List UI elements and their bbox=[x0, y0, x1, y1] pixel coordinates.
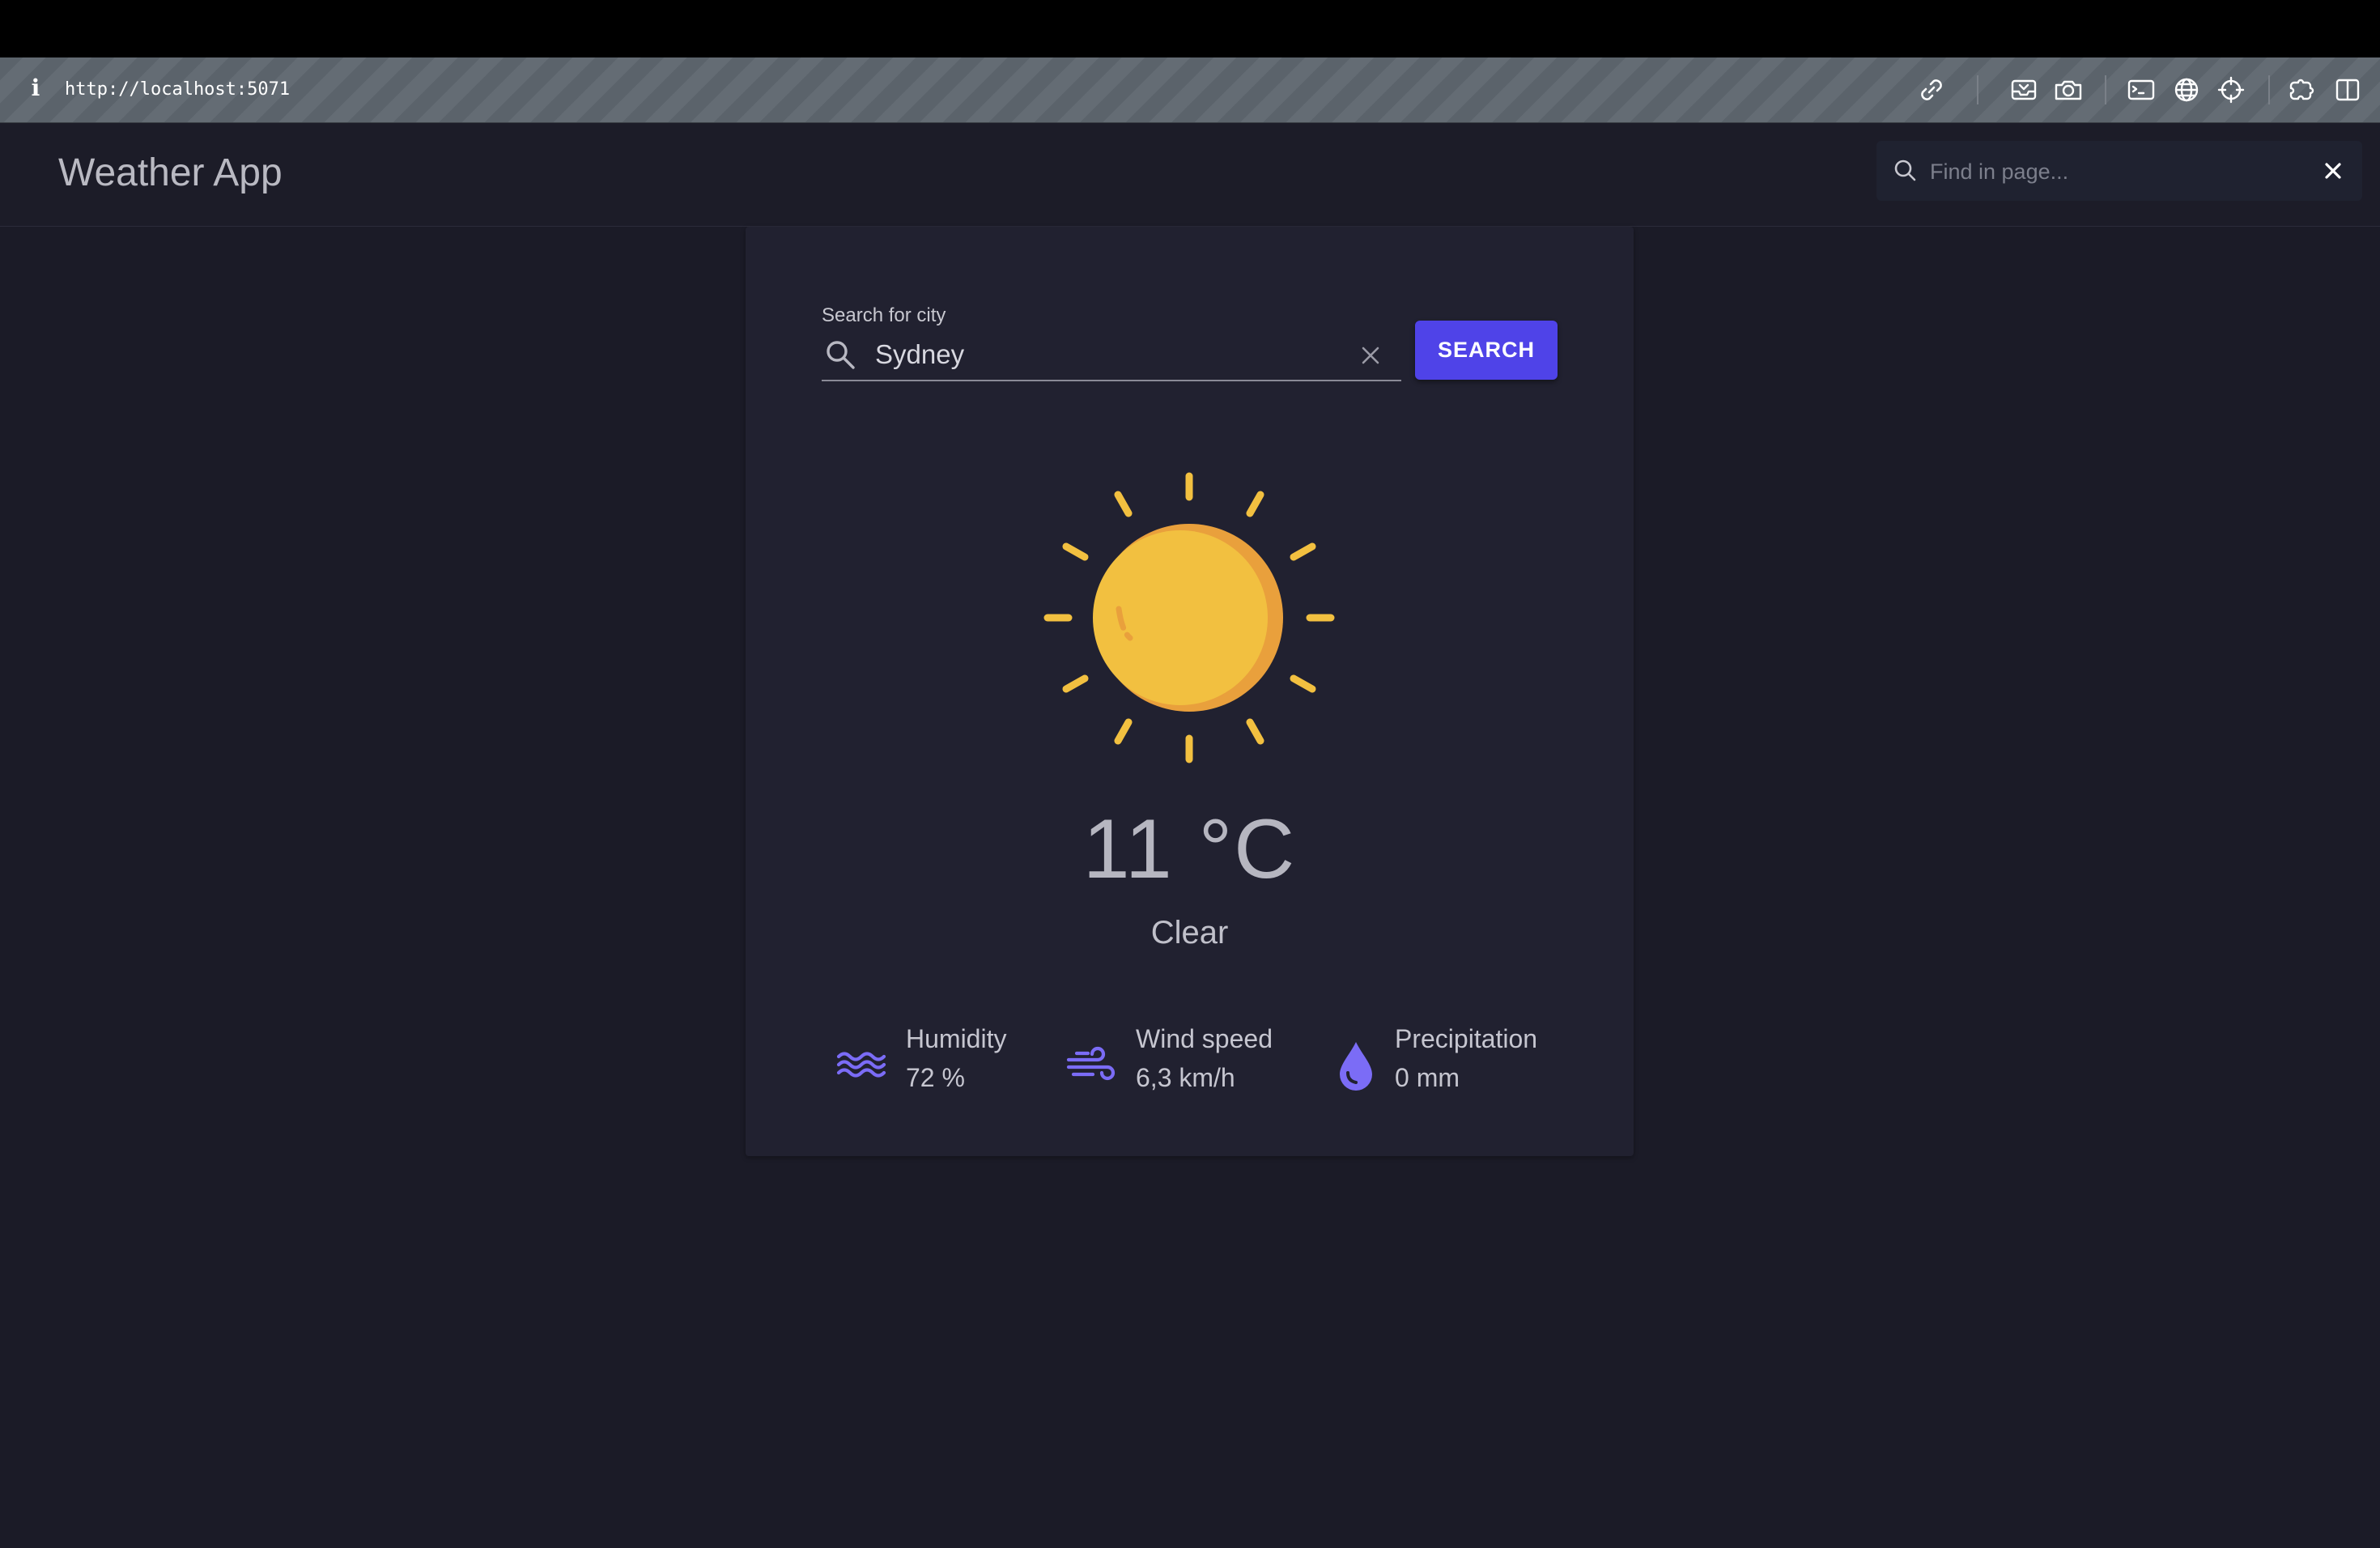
link-icon[interactable] bbox=[1915, 74, 1948, 106]
toolbar-divider bbox=[2268, 75, 2270, 104]
app-title: Weather App bbox=[58, 151, 283, 194]
crosshair-icon[interactable] bbox=[2215, 74, 2247, 106]
screen-top-bar bbox=[0, 0, 2380, 57]
toolbar-divider bbox=[2105, 75, 2106, 104]
search-button[interactable]: SEARCH bbox=[1415, 321, 1558, 380]
clear-icon[interactable] bbox=[1358, 342, 1383, 368]
terminal-icon[interactable] bbox=[2125, 74, 2157, 106]
search-icon bbox=[823, 338, 859, 373]
waves-icon bbox=[836, 1039, 888, 1091]
wind-speed-value: 6,3 km/h bbox=[1136, 1063, 1235, 1092]
precipitation-stat: Precipitation 0 mm bbox=[1330, 1024, 1565, 1105]
precipitation-value: 0 mm bbox=[1395, 1063, 1460, 1092]
wind-speed-label: Wind speed bbox=[1136, 1024, 1273, 1053]
temperature: 11 °C bbox=[1082, 802, 1297, 896]
weather-description: Clear bbox=[1150, 915, 1229, 950]
close-icon[interactable] bbox=[2317, 155, 2349, 187]
city-search-input[interactable] bbox=[873, 334, 1330, 375]
humidity-value: 72 % bbox=[906, 1063, 965, 1092]
split-view-icon[interactable] bbox=[2331, 74, 2364, 106]
extensions-icon[interactable] bbox=[2286, 74, 2318, 106]
app-bar: Weather App bbox=[0, 123, 2380, 227]
globe-icon[interactable] bbox=[2170, 74, 2203, 106]
wind-icon bbox=[1066, 1039, 1118, 1091]
weather-card: Search for city SEARCH bbox=[746, 227, 1634, 1156]
info-icon[interactable]: i bbox=[26, 72, 45, 104]
inbox-icon[interactable] bbox=[2008, 74, 2040, 106]
city-search-field bbox=[822, 328, 1401, 381]
sun-icon bbox=[1041, 470, 1337, 766]
humidity-stat: Humidity 72 % bbox=[836, 1024, 1031, 1105]
find-in-page-bar bbox=[1876, 141, 2362, 201]
water-drop-icon bbox=[1330, 1039, 1382, 1091]
find-in-page-input[interactable] bbox=[1928, 152, 2288, 191]
browser-toolbar: i http://localhost:5071 bbox=[0, 57, 2380, 123]
search-label: Search for city bbox=[822, 304, 946, 326]
toolbar-divider bbox=[1977, 75, 1978, 104]
precipitation-label: Precipitation bbox=[1395, 1024, 1538, 1053]
camera-icon[interactable] bbox=[2052, 74, 2085, 106]
url-bar[interactable]: http://localhost:5071 bbox=[65, 74, 290, 106]
search-icon bbox=[1891, 156, 1920, 185]
humidity-label: Humidity bbox=[906, 1024, 1007, 1053]
wind-speed-stat: Wind speed 6,3 km/h bbox=[1066, 1024, 1293, 1105]
